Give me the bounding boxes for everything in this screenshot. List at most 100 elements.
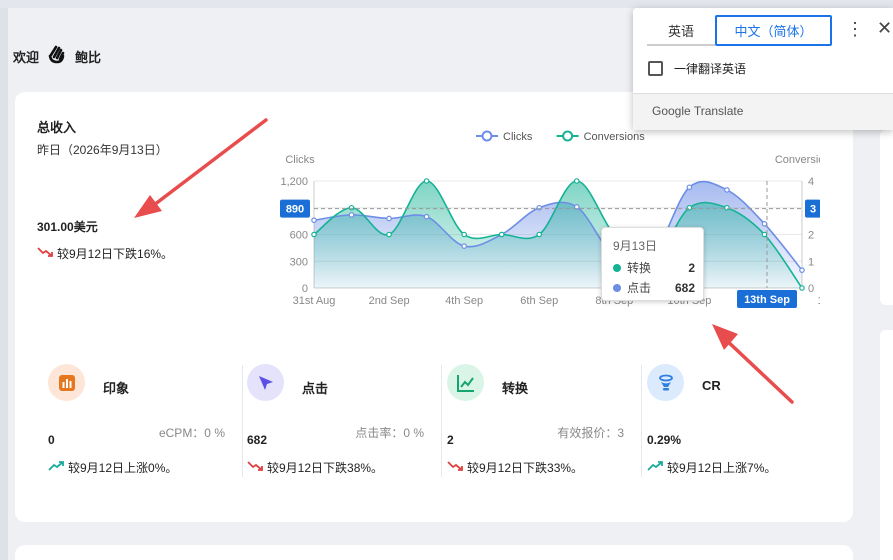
stat-change: 较9月12日上涨0%。	[48, 459, 177, 476]
stat-change: 较9月12日上涨7%。	[647, 459, 776, 476]
data-point-clicks	[461, 243, 467, 249]
data-point-clicks	[348, 212, 355, 218]
always-translate-label: 一律翻译英语	[674, 62, 747, 76]
stat-sub: 点击率：0 %	[355, 426, 424, 440]
data-point-conversions	[724, 204, 730, 211]
crosshair-right-value: 3	[810, 204, 816, 216]
revenue-title: 总收入	[37, 120, 77, 135]
stat-sub: eCPM：0 %	[158, 426, 225, 440]
left-tick-label: 1,200	[280, 176, 308, 188]
data-point-conversions	[799, 285, 805, 291]
left-tick-label: 0	[302, 283, 308, 295]
right-panel-card	[880, 130, 893, 305]
cursor-icon	[247, 364, 284, 401]
revenue-value: 301.00美元	[37, 220, 98, 234]
close-icon[interactable]: ✕	[877, 18, 892, 39]
revenue-date: 昨日（2026年9月13日）	[37, 143, 168, 157]
data-point-clicks	[686, 184, 693, 191]
data-point-conversions	[686, 204, 693, 211]
stat-change-text: 较9月12日下跌33%。	[467, 461, 584, 475]
secondary-card	[15, 545, 853, 560]
left-sidebar-edge	[0, 8, 8, 560]
legend-marker	[481, 130, 493, 142]
greeting: 欢迎 鲍比	[13, 44, 101, 69]
right-tick-label: 0	[808, 283, 814, 295]
data-point-conversions	[573, 178, 580, 184]
stat-value: 0	[48, 433, 55, 447]
x-tick-label: 14th Sep	[818, 295, 820, 307]
trend-up-icon	[647, 460, 665, 475]
legend-label[interactable]: Clicks	[503, 131, 533, 143]
data-point-clicks	[386, 215, 392, 222]
data-point-conversions	[423, 178, 430, 184]
google-translate-brand: Google Translate	[652, 104, 744, 118]
bar-chart-icon	[48, 364, 85, 401]
stat-name: CR	[702, 378, 721, 393]
right-tick-label: 2	[808, 230, 814, 242]
data-point-conversions	[461, 231, 467, 238]
waving-hand-icon	[47, 44, 67, 69]
x-tick-label: 31st Aug	[293, 295, 336, 307]
stat-name: 印象	[103, 381, 130, 396]
data-point-clicks	[536, 204, 543, 211]
stat-change: 较9月12日下跌38%。	[247, 459, 383, 476]
tooltip-row: 转换 2	[613, 259, 695, 276]
right-tick-label: 4	[808, 176, 814, 188]
left-tick-label: 600	[290, 230, 308, 242]
data-point-clicks	[761, 221, 768, 227]
revenue-change-text: 较9月12日下跌16%。	[57, 247, 174, 261]
greeting-welcome: 欢迎	[13, 50, 40, 65]
stat-name: 点击	[302, 381, 329, 396]
trend-up-icon	[48, 460, 66, 475]
x-tick-label: 6th Sep	[520, 295, 558, 307]
chart-tooltip: 9月13日 转换 2 点击 682	[601, 227, 704, 301]
legend-marker	[562, 130, 574, 142]
tab-chinese-simplified[interactable]: 中文（简体）	[715, 15, 832, 46]
data-point-conversions	[761, 231, 768, 238]
crosshair-left-value: 890	[286, 204, 304, 216]
data-point-conversions	[536, 231, 543, 238]
stat-change: 较9月12日下跌33%。	[447, 459, 583, 476]
stat-impressions: 印象 eCPM：0 % 0 较9月12日上涨0%。	[37, 362, 235, 480]
revenue-card: 总收入 昨日（2026年9月13日） 301.00美元 较9月12日下跌16%。…	[15, 92, 853, 522]
stat-change-text: 较9月12日上涨7%。	[667, 461, 777, 475]
trend-down-icon	[37, 246, 55, 261]
legend-label[interactable]: Conversions	[584, 131, 646, 143]
x-tick-label: 4th Sep	[445, 295, 483, 307]
always-translate-checkbox[interactable]	[648, 61, 663, 76]
revenue-change: 较9月12日下跌16%。	[37, 245, 173, 262]
stat-cr: CR 0.29% 较9月12日上涨7%。	[636, 362, 834, 480]
data-point-clicks	[311, 217, 317, 224]
tooltip-label: 点击	[627, 281, 652, 295]
chart-legend[interactable]: Clicks Conversions	[476, 130, 646, 143]
stat-value: 682	[247, 433, 268, 447]
translate-popup-footer: Google Translate	[633, 93, 893, 130]
trend-down-icon	[247, 460, 265, 475]
tooltip-title: 9月13日	[613, 239, 658, 253]
filter-icon	[647, 364, 684, 401]
tooltip-value: 682	[674, 280, 695, 295]
clicks-conversions-chart[interactable]: Clicks Conversions Clicks Conversions 0 300…	[250, 125, 820, 310]
always-translate-option[interactable]: 一律翻译英语	[648, 60, 746, 77]
left-tick-label: 300	[290, 256, 308, 268]
tooltip-dot	[613, 263, 621, 272]
tooltip-label: 转换	[627, 261, 652, 275]
trend-down-icon	[447, 460, 465, 475]
tooltip-row: 点击 682	[613, 279, 695, 296]
stat-value: 0.29%	[647, 433, 682, 447]
right-panel-card	[880, 330, 893, 560]
stat-change-text: 较9月12日下跌38%。	[267, 461, 384, 475]
top-strip	[0, 0, 893, 8]
data-point-clicks	[423, 213, 430, 220]
stat-conversions: 转换 有效报价：3 2 较9月12日下跌33%。	[436, 362, 634, 480]
more-options-icon[interactable]: ⋮	[846, 19, 864, 40]
greeting-username: 鲍比	[75, 50, 102, 65]
stat-sub: 有效报价：3	[557, 426, 624, 440]
stat-clicks: 点击 点击率：0 % 682 较9月12日下跌38%。	[236, 362, 434, 480]
tab-english[interactable]: 英语	[647, 16, 715, 46]
tooltip-dot	[613, 283, 621, 292]
stat-change-text: 较9月12日上涨0%。	[68, 461, 178, 475]
stat-name: 转换	[502, 381, 529, 396]
translate-popup: 英语 中文（简体） ⋮ ✕ 一律翻译英语 Google Translate	[633, 8, 893, 130]
data-point-conversions	[311, 231, 317, 238]
